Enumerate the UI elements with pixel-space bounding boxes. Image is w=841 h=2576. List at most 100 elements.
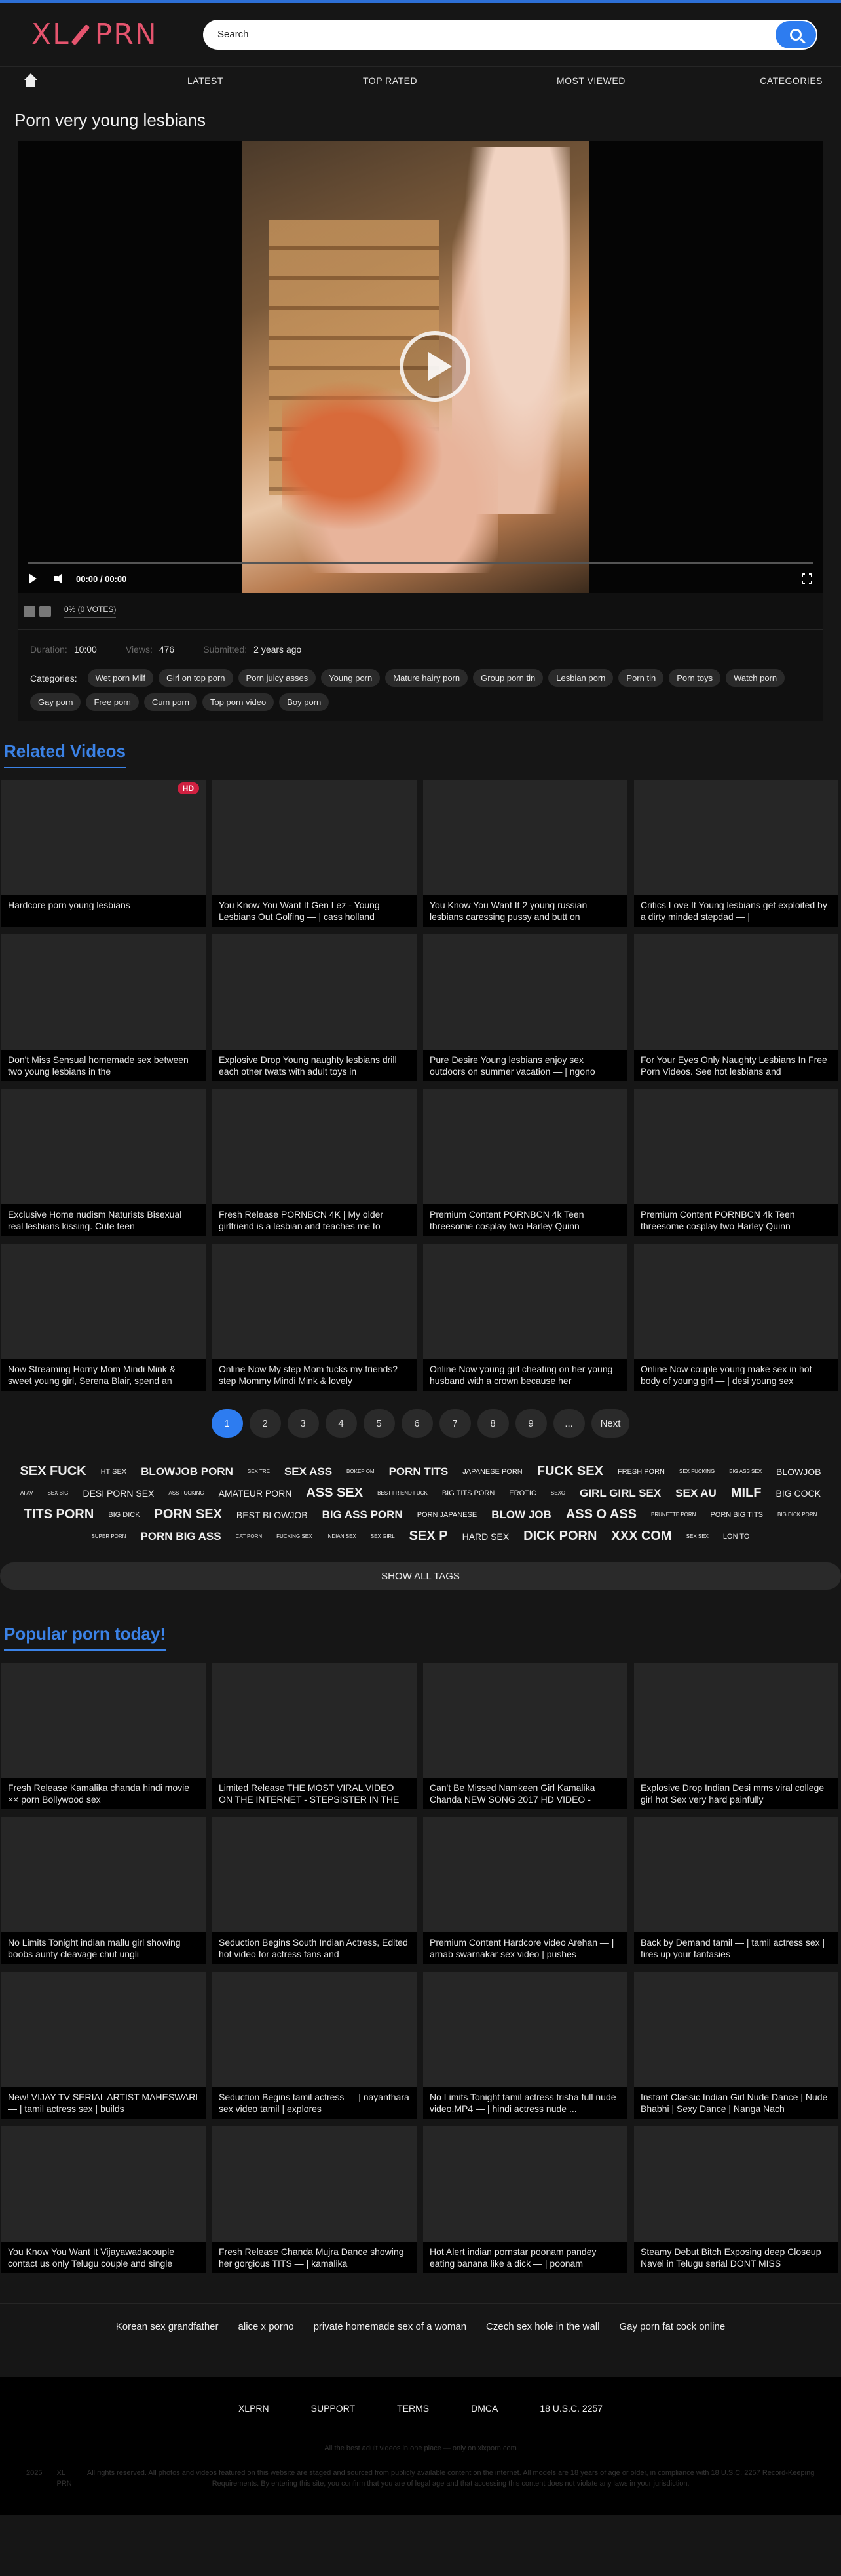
video-caption[interactable]: For Your Eyes Only Naughty Lesbians In F… <box>634 1050 838 1081</box>
video-card[interactable]: You Know You Want It Gen Lez - Young Les… <box>212 780 417 927</box>
video-card[interactable]: Critics Love It Young lesbians get explo… <box>634 780 838 927</box>
thumbs-up-icon[interactable] <box>24 605 35 617</box>
tag-link[interactable]: FUCK SEX <box>537 1464 603 1479</box>
video-caption[interactable]: Online Now My step Mom fucks my friends?… <box>212 1359 417 1391</box>
page-button[interactable]: 7 <box>439 1409 471 1438</box>
video-caption[interactable]: No Limits Tonight indian mallu girl show… <box>1 1932 206 1964</box>
tag-link[interactable]: SEX TRE <box>248 1469 270 1474</box>
video-card[interactable]: Seduction Begins South Indian Actress, E… <box>212 1817 417 1964</box>
video-thumbnail[interactable] <box>423 1817 627 1932</box>
video-card[interactable]: Don't Miss Sensual homemade sex between … <box>1 934 206 1081</box>
video-card[interactable]: Now Streaming Horny Mom Mindi Mink & swe… <box>1 1244 206 1391</box>
tag-link[interactable]: SEX AU <box>675 1487 717 1500</box>
tag-link[interactable]: BRUNETTE PORN <box>651 1512 696 1518</box>
video-caption[interactable]: Seduction Begins South Indian Actress, E… <box>212 1932 417 1964</box>
video-card[interactable]: For Your Eyes Only Naughty Lesbians In F… <box>634 934 838 1081</box>
category-pill[interactable]: Top porn video <box>202 693 274 711</box>
category-pill[interactable]: Porn juicy asses <box>238 669 316 687</box>
video-card[interactable]: Exclusive Home nudism Naturists Bisexual… <box>1 1089 206 1236</box>
category-pill[interactable]: Porn tin <box>618 669 664 687</box>
video-card[interactable]: Fresh Release Kamalika chanda hindi movi… <box>1 1663 206 1809</box>
thumbs-down-icon[interactable] <box>39 605 51 617</box>
tag-link[interactable]: SEX ASS <box>284 1465 332 1478</box>
video-thumbnail[interactable] <box>212 1817 417 1932</box>
tag-link[interactable]: SEX GIRL <box>371 1533 395 1539</box>
tag-link[interactable]: LON TO <box>723 1533 750 1541</box>
category-pill[interactable]: Watch porn <box>726 669 785 687</box>
category-pill[interactable]: Young porn <box>321 669 381 687</box>
category-pill[interactable]: Boy porn <box>279 693 329 711</box>
video-card[interactable]: Limited Release THE MOST VIRAL VIDEO ON … <box>212 1663 417 1809</box>
video-thumbnail[interactable] <box>1 1972 206 2087</box>
tag-link[interactable]: HT SEX <box>101 1468 127 1476</box>
video-card[interactable]: Premium Content Hardcore video Arehan — … <box>423 1817 627 1964</box>
tag-link[interactable]: PORN SEX <box>155 1507 222 1522</box>
search-input[interactable] <box>217 29 776 40</box>
show-all-tags-button[interactable]: SHOW ALL TAGS <box>0 1562 841 1590</box>
video-caption[interactable]: Don't Miss Sensual homemade sex between … <box>1 1050 206 1081</box>
tag-link[interactable]: BIG DICK <box>108 1511 140 1519</box>
video-caption[interactable]: Steamy Debut Bitch Exposing deep Closeup… <box>634 2242 838 2273</box>
video-card[interactable]: Hot Alert indian pornstar poonam pandey … <box>423 2126 627 2273</box>
tag-link[interactable]: SEX FUCK <box>20 1464 86 1479</box>
tag-link[interactable]: BLOWJOB PORN <box>141 1465 233 1478</box>
tag-link[interactable]: DESI PORN SEX <box>83 1488 154 1499</box>
tag-link[interactable]: INDIAN SEX <box>326 1533 356 1539</box>
video-card[interactable]: Explosive Drop Young naughty lesbians dr… <box>212 934 417 1081</box>
video-caption[interactable]: Back by Demand tamil — | tamil actress s… <box>634 1932 838 1964</box>
nav-categories[interactable]: CATEGORIES <box>760 75 823 86</box>
video-caption[interactable]: Exclusive Home nudism Naturists Bisexual… <box>1 1204 206 1236</box>
video-thumbnail[interactable] <box>1 934 206 1050</box>
video-card[interactable]: Fresh Release Chanda Mujra Dance showing… <box>212 2126 417 2273</box>
video-thumbnail[interactable] <box>212 2126 417 2242</box>
page-button[interactable]: 1 <box>211 1409 243 1438</box>
tag-link[interactable]: ASS SEX <box>306 1486 363 1501</box>
video-caption[interactable]: Online Now couple young make sex in hot … <box>634 1359 838 1391</box>
category-pill[interactable]: Group porn tin <box>473 669 544 687</box>
page-button[interactable]: 6 <box>401 1409 433 1438</box>
video-card[interactable]: Premium Content PORNBCN 4k Teen threesom… <box>423 1089 627 1236</box>
tag-link[interactable]: BIG ASS SEX <box>729 1469 762 1474</box>
video-caption[interactable]: Now Streaming Horny Mom Mindi Mink & swe… <box>1 1359 206 1391</box>
video-caption[interactable]: No Limits Tonight tamil actress trisha f… <box>423 2087 627 2119</box>
video-thumbnail[interactable] <box>212 1663 417 1778</box>
video-card[interactable]: New! VIJAY TV SERIAL ARTIST MAHESWARI — … <box>1 1972 206 2119</box>
video-caption[interactable]: Critics Love It Young lesbians get explo… <box>634 895 838 927</box>
video-caption[interactable]: Premium Content PORNBCN 4k Teen threesom… <box>423 1204 627 1236</box>
tag-link[interactable]: JAPANESE PORN <box>462 1468 523 1476</box>
video-card[interactable]: HD Hardcore porn young lesbians <box>1 780 206 927</box>
category-pill[interactable]: Porn toys <box>669 669 721 687</box>
tag-link[interactable]: FRESH PORN <box>618 1468 665 1476</box>
video-caption[interactable]: Explosive Drop Young naughty lesbians dr… <box>212 1050 417 1081</box>
video-thumbnail[interactable] <box>1 1817 206 1932</box>
tag-link[interactable]: SEX BIG <box>47 1490 68 1496</box>
video-thumbnail[interactable] <box>1 1089 206 1204</box>
video-thumbnail[interactable] <box>1 1663 206 1778</box>
page-button[interactable]: 4 <box>325 1409 357 1438</box>
video-thumbnail[interactable] <box>634 1817 838 1932</box>
tag-link[interactable]: SEX FUCKING <box>679 1469 715 1474</box>
video-caption[interactable]: Fresh Release Kamalika chanda hindi movi… <box>1 1778 206 1809</box>
video-thumbnail[interactable] <box>1 780 206 895</box>
tag-link[interactable]: FUCKING SEX <box>276 1533 312 1539</box>
tag-link[interactable]: BEST BLOWJOB <box>236 1510 308 1520</box>
page-button[interactable]: 8 <box>477 1409 509 1438</box>
site-logo[interactable]: XL PRN <box>31 18 203 51</box>
tag-link[interactable]: DICK PORN <box>523 1529 597 1544</box>
video-thumbnail[interactable] <box>212 1972 417 2087</box>
category-pill[interactable]: Free porn <box>86 693 139 711</box>
video-card[interactable]: No Limits Tonight tamil actress trisha f… <box>423 1972 627 2119</box>
tag-link[interactable]: BIG ASS PORN <box>322 1509 403 1522</box>
tag-link[interactable]: SEX SEX <box>686 1533 709 1539</box>
video-caption[interactable]: Fresh Release PORNBCN 4K | My older girl… <box>212 1204 417 1236</box>
video-thumbnail[interactable] <box>423 1972 627 2087</box>
video-thumbnail[interactable] <box>423 934 627 1050</box>
video-card[interactable]: Online Now couple young make sex in hot … <box>634 1244 838 1391</box>
video-card[interactable]: Online Now young girl cheating on her yo… <box>423 1244 627 1391</box>
video-card[interactable]: You Know You Want It Vijayawadacouple co… <box>1 2126 206 2273</box>
tag-link[interactable]: BIG TITS PORN <box>442 1490 495 1497</box>
tag-link[interactable]: SEXO <box>551 1490 565 1496</box>
tag-link[interactable]: BEST FRIEND FUCK <box>377 1490 428 1496</box>
tag-link[interactable]: PORN TITS <box>389 1465 449 1478</box>
video-caption[interactable]: New! VIJAY TV SERIAL ARTIST MAHESWARI — … <box>1 2087 206 2119</box>
